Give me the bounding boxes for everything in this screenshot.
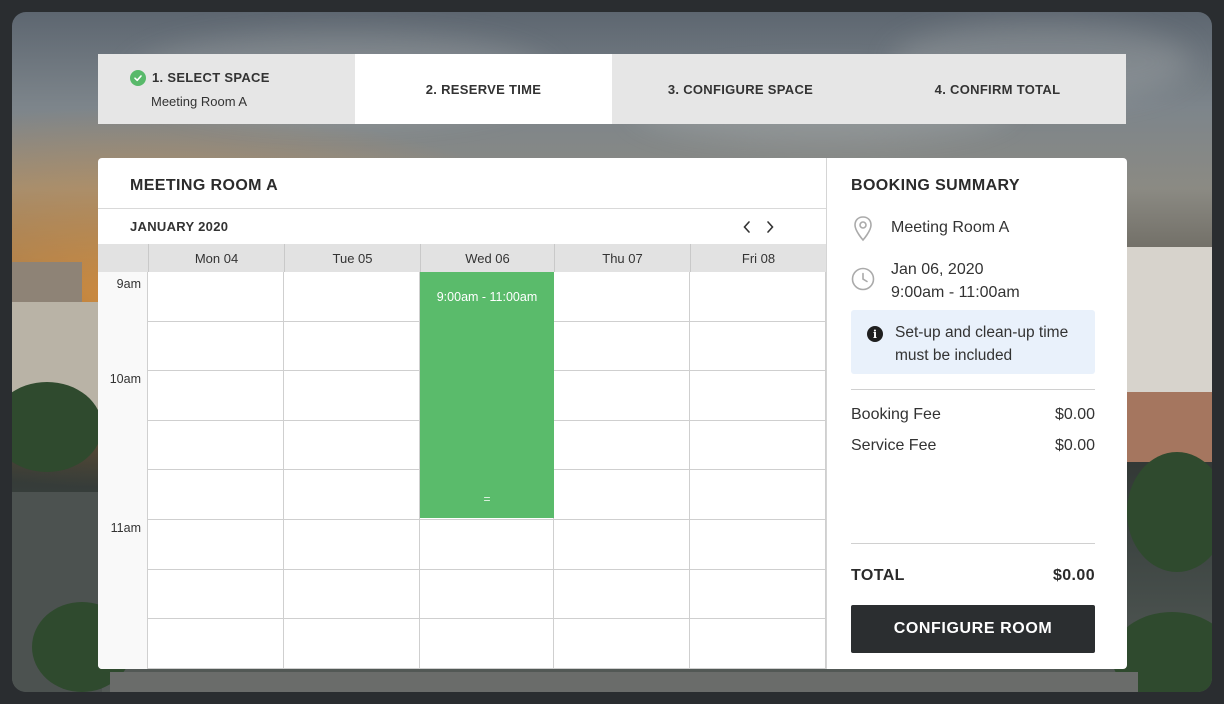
time-slot-cell[interactable]: [148, 520, 284, 570]
fee-label: Booking Fee: [851, 406, 941, 423]
time-slot-cell[interactable]: [690, 371, 826, 421]
time-slot-cell[interactable]: [554, 371, 690, 421]
chevron-left-icon[interactable]: [738, 218, 756, 236]
time-slot-cell[interactable]: [420, 520, 554, 570]
time-label: 11am: [110, 521, 141, 535]
time-slot-cell[interactable]: [148, 420, 284, 471]
time-slot-cell[interactable]: [148, 272, 284, 322]
summary-title: BOOKING SUMMARY: [851, 177, 1020, 194]
fee-value: $0.00: [1054, 406, 1095, 423]
time-slot-cell[interactable]: [690, 569, 826, 620]
time-slot-cell[interactable]: [554, 520, 690, 570]
time-slot-cell[interactable]: [554, 619, 690, 669]
step-progress-bar: 1. SELECT SPACE Meeting Room A 2. RESERV…: [98, 54, 1126, 124]
time-slot-cell[interactable]: [690, 520, 826, 570]
total-row: TOTAL $0.00: [851, 567, 1095, 585]
time-slot-cell[interactable]: [148, 470, 284, 520]
time-slot-cell[interactable]: [690, 272, 826, 322]
resize-handle-icon[interactable]: =: [420, 492, 554, 506]
time-slot-cell[interactable]: [148, 569, 284, 620]
reservation-time-label: 9:00am - 11:00am: [436, 290, 538, 304]
step-label: 3. CONFIGURE SPACE: [667, 81, 814, 97]
info-icon: i: [867, 326, 883, 342]
summary-location: Meeting Room A: [851, 215, 1009, 243]
total-value: $0.00: [1052, 567, 1095, 584]
step-label: 1. SELECT SPACE: [152, 70, 270, 85]
room-title: MEETING ROOM A: [130, 177, 279, 194]
configure-room-button[interactable]: CONFIGURE ROOM: [851, 605, 1095, 653]
info-notice: i Set-up and clean-up time must be inclu…: [851, 310, 1095, 374]
time-column: 9am 10am 11am: [98, 272, 148, 669]
step-label: 4. CONFIRM TOTAL: [934, 81, 1061, 97]
fee-value: $0.00: [1054, 437, 1095, 454]
day-header: Fri 08: [690, 244, 826, 272]
time-slot-cell[interactable]: [148, 371, 284, 421]
time-slot-cell[interactable]: [284, 569, 420, 620]
info-text: Set-up and clean-up time must be include…: [895, 324, 1069, 364]
day-header: Tue 05: [284, 244, 420, 272]
time-slot-cell[interactable]: [554, 321, 690, 372]
time-slot-cell[interactable]: [284, 520, 420, 570]
time-slot-cell[interactable]: [690, 470, 826, 520]
total-label: TOTAL: [851, 567, 905, 584]
step-reserve-time[interactable]: 2. RESERVE TIME: [355, 54, 612, 124]
time-slot-cell[interactable]: [554, 569, 690, 620]
time-slot-cell[interactable]: [554, 272, 690, 322]
booking-summary: BOOKING SUMMARY Meeting Room A Jan 06, 2…: [827, 158, 1127, 669]
summary-time: 9:00am - 11:00am: [891, 284, 1020, 301]
month-label: JANUARY 2020: [130, 219, 229, 234]
time-slot-cell[interactable]: [690, 321, 826, 372]
clock-icon: [851, 267, 875, 291]
step-select-space[interactable]: 1. SELECT SPACE Meeting Room A: [98, 54, 355, 124]
summary-datetime: Jan 06, 2020 9:00am - 11:00am: [851, 258, 1020, 304]
time-slot-cell[interactable]: [284, 420, 420, 471]
divider: [851, 543, 1095, 544]
step-configure-space[interactable]: 3. CONFIGURE SPACE: [612, 54, 869, 124]
divider: [851, 389, 1095, 390]
month-navigation: JANUARY 2020: [98, 208, 826, 244]
time-slot-cell[interactable]: [554, 470, 690, 520]
day-header: Wed 06: [420, 244, 554, 272]
time-slot-cell[interactable]: [148, 619, 284, 669]
chevron-right-icon[interactable]: [761, 218, 779, 236]
day-header: Mon 04: [148, 244, 284, 272]
booking-fee-row: Booking Fee $0.00: [851, 406, 1095, 424]
time-slot-cell[interactable]: [284, 371, 420, 421]
time-slot-cell[interactable]: [554, 420, 690, 471]
booking-panel: MEETING ROOM A JANUARY 2020 Mon 04 Tue 0…: [98, 158, 1127, 669]
time-slot-cell[interactable]: [690, 420, 826, 471]
step-sublabel: Meeting Room A: [151, 93, 248, 109]
map-pin-icon: [851, 215, 875, 243]
step-confirm-total[interactable]: 4. CONFIRM TOTAL: [869, 54, 1126, 124]
time-slot-cell[interactable]: [284, 272, 420, 322]
time-slot-cell[interactable]: [284, 321, 420, 372]
time-label: 9am: [116, 277, 141, 291]
reservation-block[interactable]: 9:00am - 11:00am =: [420, 272, 554, 518]
step-label: 2. RESERVE TIME: [425, 81, 542, 97]
time-slot-cell[interactable]: [284, 470, 420, 520]
time-label: 10am: [109, 372, 141, 386]
day-header-row: Mon 04 Tue 05 Wed 06 Thu 07 Fri 08: [98, 244, 826, 272]
calendar-section: MEETING ROOM A JANUARY 2020 Mon 04 Tue 0…: [98, 158, 827, 669]
header-corner: [98, 244, 148, 272]
service-fee-row: Service Fee $0.00: [851, 437, 1095, 455]
summary-date: Jan 06, 2020: [891, 261, 984, 278]
time-slot-cell[interactable]: [690, 619, 826, 669]
time-slot-grid[interactable]: 9:00am - 11:00am =: [148, 272, 826, 669]
time-slot-cell[interactable]: [284, 619, 420, 669]
time-slot-cell[interactable]: [420, 619, 554, 669]
fee-label: Service Fee: [851, 437, 937, 454]
time-slot-cell[interactable]: [148, 321, 284, 372]
day-header: Thu 07: [554, 244, 690, 272]
time-slot-cell[interactable]: [420, 569, 554, 620]
summary-location-text: Meeting Room A: [891, 219, 1010, 236]
check-icon: [130, 69, 146, 86]
